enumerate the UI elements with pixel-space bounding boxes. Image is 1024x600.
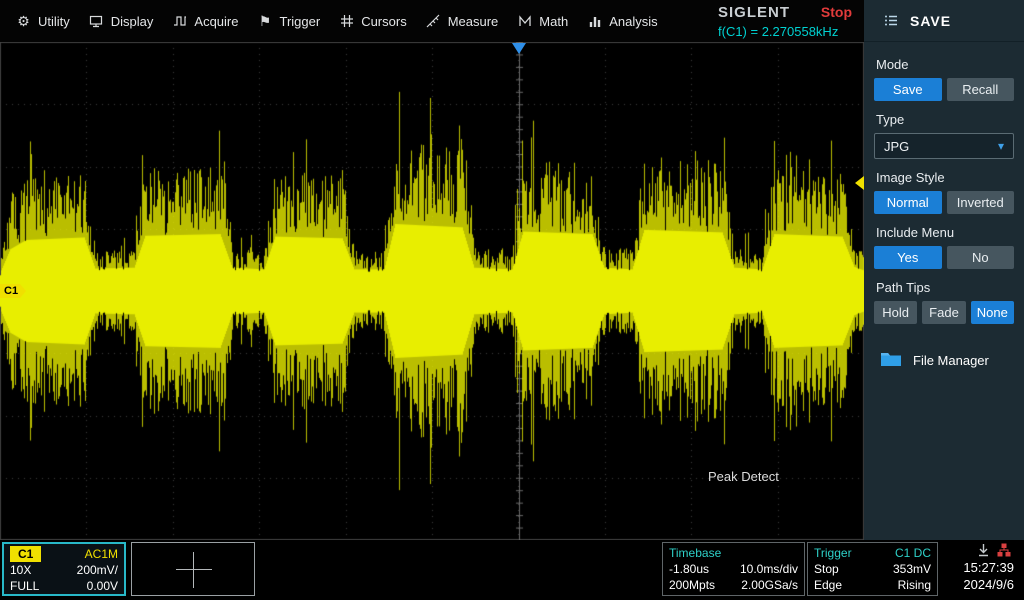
channel-scale: 200mV/ xyxy=(76,563,118,577)
path-tips-hold-button[interactable]: Hold xyxy=(874,301,918,324)
channel-ground-marker[interactable]: C1 xyxy=(0,284,27,298)
panel-title: SAVE xyxy=(910,12,952,29)
acquisition-status[interactable]: Stop xyxy=(821,4,856,20)
menu-item-label: Trigger xyxy=(279,13,321,29)
menu-item-display[interactable]: Display xyxy=(81,7,162,36)
image-style-normal-button[interactable]: Normal xyxy=(874,191,942,214)
menu-item-label: Display xyxy=(110,13,154,29)
timebase-delay: -1.80us xyxy=(669,562,710,576)
menu-item-label: Utility xyxy=(38,13,70,29)
image-style-buttons: Normal Inverted xyxy=(874,191,1014,214)
waveform-canvas[interactable] xyxy=(0,42,864,540)
display-icon xyxy=(89,14,104,29)
path-tips-buttons: Hold Fade None xyxy=(874,301,1014,324)
menu-item-label: Acquire xyxy=(194,13,239,29)
save-menu-panel: SAVE Mode Save Recall Type JPG ▾ Image S… xyxy=(864,0,1024,540)
include-menu-buttons: Yes No xyxy=(874,246,1014,269)
mode-save-button[interactable]: Save xyxy=(874,78,942,101)
path-tips-fade-button[interactable]: Fade xyxy=(922,301,966,324)
menu-item-cursors[interactable]: Cursors xyxy=(331,7,415,36)
gear-icon: ⚙ xyxy=(17,13,30,29)
channel-badge: C1 xyxy=(10,546,42,562)
file-type-dropdown[interactable]: JPG ▾ xyxy=(874,133,1014,159)
channel-1-descriptor[interactable]: C1 AC1M 10X 200mV/ FULL 0.00V xyxy=(2,542,126,596)
channel-bandwidth: FULL xyxy=(10,579,40,593)
path-tips-none-button[interactable]: None xyxy=(970,301,1014,324)
menu-list-icon xyxy=(884,13,899,28)
mode-recall-button[interactable]: Recall xyxy=(946,78,1014,101)
type-label: Type xyxy=(876,112,905,127)
plus-icon xyxy=(193,552,194,588)
include-menu-yes-button[interactable]: Yes xyxy=(874,246,942,269)
trigger-status: Stop xyxy=(814,562,839,576)
image-style-label: Image Style xyxy=(876,170,945,185)
menu-item-analysis[interactable]: Analysis xyxy=(579,7,665,36)
cursors-icon xyxy=(339,14,354,29)
path-tips-label: Path Tips xyxy=(876,280,931,295)
include-menu-label: Include Menu xyxy=(876,225,955,240)
menubar: ⚙ Utility Display Acquire ⚑ Trigger Curs… xyxy=(0,0,864,42)
menu-item-label: Cursors xyxy=(361,13,407,29)
timebase-descriptor[interactable]: Timebase -1.80us 10.0ms/div 200Mpts 2.00… xyxy=(662,542,805,596)
trigger-source: C1 DC xyxy=(894,546,931,560)
menu-item-label: Measure xyxy=(447,13,499,29)
frequency-readout: f(C1) = 2.270558kHz xyxy=(718,23,839,39)
file-manager-button[interactable]: File Manager xyxy=(880,350,1014,370)
channel-coupling: AC1M xyxy=(84,547,118,561)
file-type-value: JPG xyxy=(884,138,910,154)
waveform-display: C1 Peak Detect xyxy=(0,42,864,540)
acquisition-mode-label: Peak Detect xyxy=(708,469,779,484)
trigger-level-marker[interactable] xyxy=(855,176,864,190)
statusbar: C1 AC1M 10X 200mV/ FULL 0.00V Timebase -… xyxy=(0,540,1024,600)
math-icon xyxy=(517,14,532,29)
trigger-position-marker[interactable] xyxy=(512,43,526,54)
timebase-scale: 10.0ms/div xyxy=(739,562,798,576)
timebase-label: Timebase xyxy=(669,546,722,560)
plus-icon xyxy=(176,569,212,570)
oscilloscope-screen: ⚙ Utility Display Acquire ⚑ Trigger Curs… xyxy=(0,0,1024,600)
mode-buttons: Save Recall xyxy=(874,78,1014,101)
mode-label: Mode xyxy=(876,57,909,72)
chevron-down-icon: ▾ xyxy=(997,139,1004,153)
image-style-inverted-button[interactable]: Inverted xyxy=(946,191,1014,214)
include-menu-no-button[interactable]: No xyxy=(946,246,1014,269)
save-menu-header: SAVE xyxy=(864,0,1024,42)
menu-items: ⚙ Utility Display Acquire ⚑ Trigger Curs… xyxy=(0,7,718,36)
clock-date: 2024/9/6 xyxy=(963,577,1014,592)
brand-block: SIGLENT Stop f(C1) = 2.270558kHz xyxy=(718,4,864,39)
trigger-type: Edge xyxy=(814,578,843,592)
menu-item-label: Math xyxy=(539,13,569,29)
trigger-slope: Rising xyxy=(897,578,931,592)
timebase-points: 200Mpts xyxy=(669,578,716,592)
channel-probe: 10X xyxy=(10,563,32,577)
folder-icon xyxy=(880,350,902,370)
clock-time: 15:27:39 xyxy=(963,560,1014,575)
analysis-icon xyxy=(587,14,602,29)
channel-offset: 0.00V xyxy=(86,579,118,593)
file-manager-label: File Manager xyxy=(913,352,989,368)
menu-item-utility[interactable]: ⚙ Utility xyxy=(8,7,78,36)
trigger-descriptor[interactable]: Trigger C1 DC Stop 353mV Edge Rising xyxy=(807,542,938,596)
trigger-label: Trigger xyxy=(814,546,852,560)
trigger-level: 353mV xyxy=(892,562,931,576)
trigger-flag-icon: ⚑ xyxy=(258,13,272,29)
siglent-logo: SIGLENT xyxy=(718,3,791,21)
add-channel-button[interactable] xyxy=(131,542,255,596)
acquire-icon xyxy=(172,14,187,29)
menu-item-label: Analysis xyxy=(609,13,658,29)
menu-item-acquire[interactable]: Acquire xyxy=(164,7,246,36)
measure-icon xyxy=(426,14,441,29)
clock: 15:27:39 2024/9/6 xyxy=(934,559,1014,593)
menu-item-trigger[interactable]: ⚑ Trigger xyxy=(249,7,328,36)
timebase-samplerate: 2.00GSa/s xyxy=(741,578,798,592)
menu-item-math[interactable]: Math xyxy=(509,7,576,36)
menu-item-measure[interactable]: Measure xyxy=(418,7,507,36)
